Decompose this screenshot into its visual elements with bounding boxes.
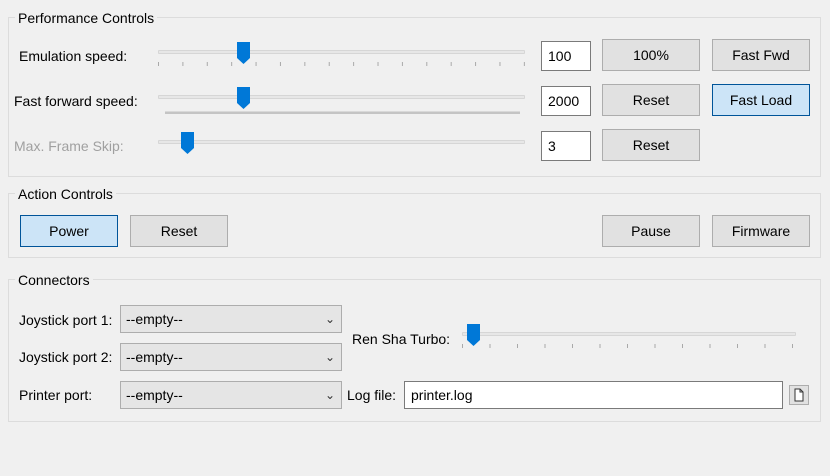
joystick-port-1-label: Joystick port 1:: [19, 312, 113, 328]
slider-thumb-icon[interactable]: [180, 132, 194, 154]
emulator-controls-window: Performance Controls Emulation speed: 10…: [0, 0, 830, 476]
power-button[interactable]: Power: [20, 215, 118, 247]
log-file-label: Log file:: [347, 387, 397, 403]
log-file-input[interactable]: printer.log: [404, 381, 783, 409]
fast-load-button[interactable]: Fast Load: [712, 84, 810, 116]
fast-forward-speed-label: Fast forward speed:: [14, 93, 138, 109]
chevron-down-icon: ⌄: [324, 388, 335, 402]
fast-forward-speed-input[interactable]: 2000: [541, 86, 591, 116]
emulation-speed-input[interactable]: 100: [541, 41, 591, 71]
max-frame-skip-slider[interactable]: [158, 132, 525, 158]
slider-thumb-icon[interactable]: [237, 42, 251, 64]
document-icon: [794, 388, 804, 402]
slider-thumb-icon[interactable]: [467, 324, 480, 346]
chevron-down-icon: ⌄: [324, 350, 335, 364]
fast-forward-button[interactable]: Fast Fwd: [712, 39, 810, 71]
connectors-title: Connectors: [15, 271, 93, 289]
max-frame-skip-label: Max. Frame Skip:: [14, 138, 124, 154]
frame-skip-reset-button[interactable]: Reset: [602, 129, 700, 161]
joystick-port-2-dropdown[interactable]: --empty-- ⌄: [120, 343, 342, 371]
fast-forward-slider-underline: [165, 111, 520, 114]
printer-port-dropdown[interactable]: --empty-- ⌄: [120, 381, 342, 409]
ren-sha-turbo-slider[interactable]: [462, 324, 796, 350]
slider-thumb-icon[interactable]: [237, 87, 251, 109]
ren-sha-turbo-label: Ren Sha Turbo:: [352, 331, 451, 347]
chevron-down-icon: ⌄: [324, 312, 335, 326]
printer-port-value: --empty--: [126, 387, 183, 403]
joystick-port-1-value: --empty--: [126, 311, 183, 327]
pause-button[interactable]: Pause: [602, 215, 700, 247]
fast-forward-speed-slider[interactable]: [158, 87, 525, 113]
firmware-button[interactable]: Firmware: [712, 215, 810, 247]
speed-100-percent-button[interactable]: 100%: [602, 39, 700, 71]
action-controls-title: Action Controls: [15, 185, 116, 203]
joystick-port-2-value: --empty--: [126, 349, 183, 365]
max-frame-skip-input[interactable]: 3: [541, 131, 591, 161]
log-file-browse-button[interactable]: [789, 385, 809, 405]
emulation-speed-label: Emulation speed:: [19, 48, 128, 64]
joystick-port-1-dropdown[interactable]: --empty-- ⌄: [120, 305, 342, 333]
joystick-port-2-label: Joystick port 2:: [19, 349, 113, 365]
emulation-speed-slider[interactable]: [158, 42, 525, 68]
reset-button[interactable]: Reset: [130, 215, 228, 247]
performance-controls-title: Performance Controls: [15, 9, 158, 27]
printer-port-label: Printer port:: [19, 387, 93, 403]
fast-forward-reset-button[interactable]: Reset: [602, 84, 700, 116]
